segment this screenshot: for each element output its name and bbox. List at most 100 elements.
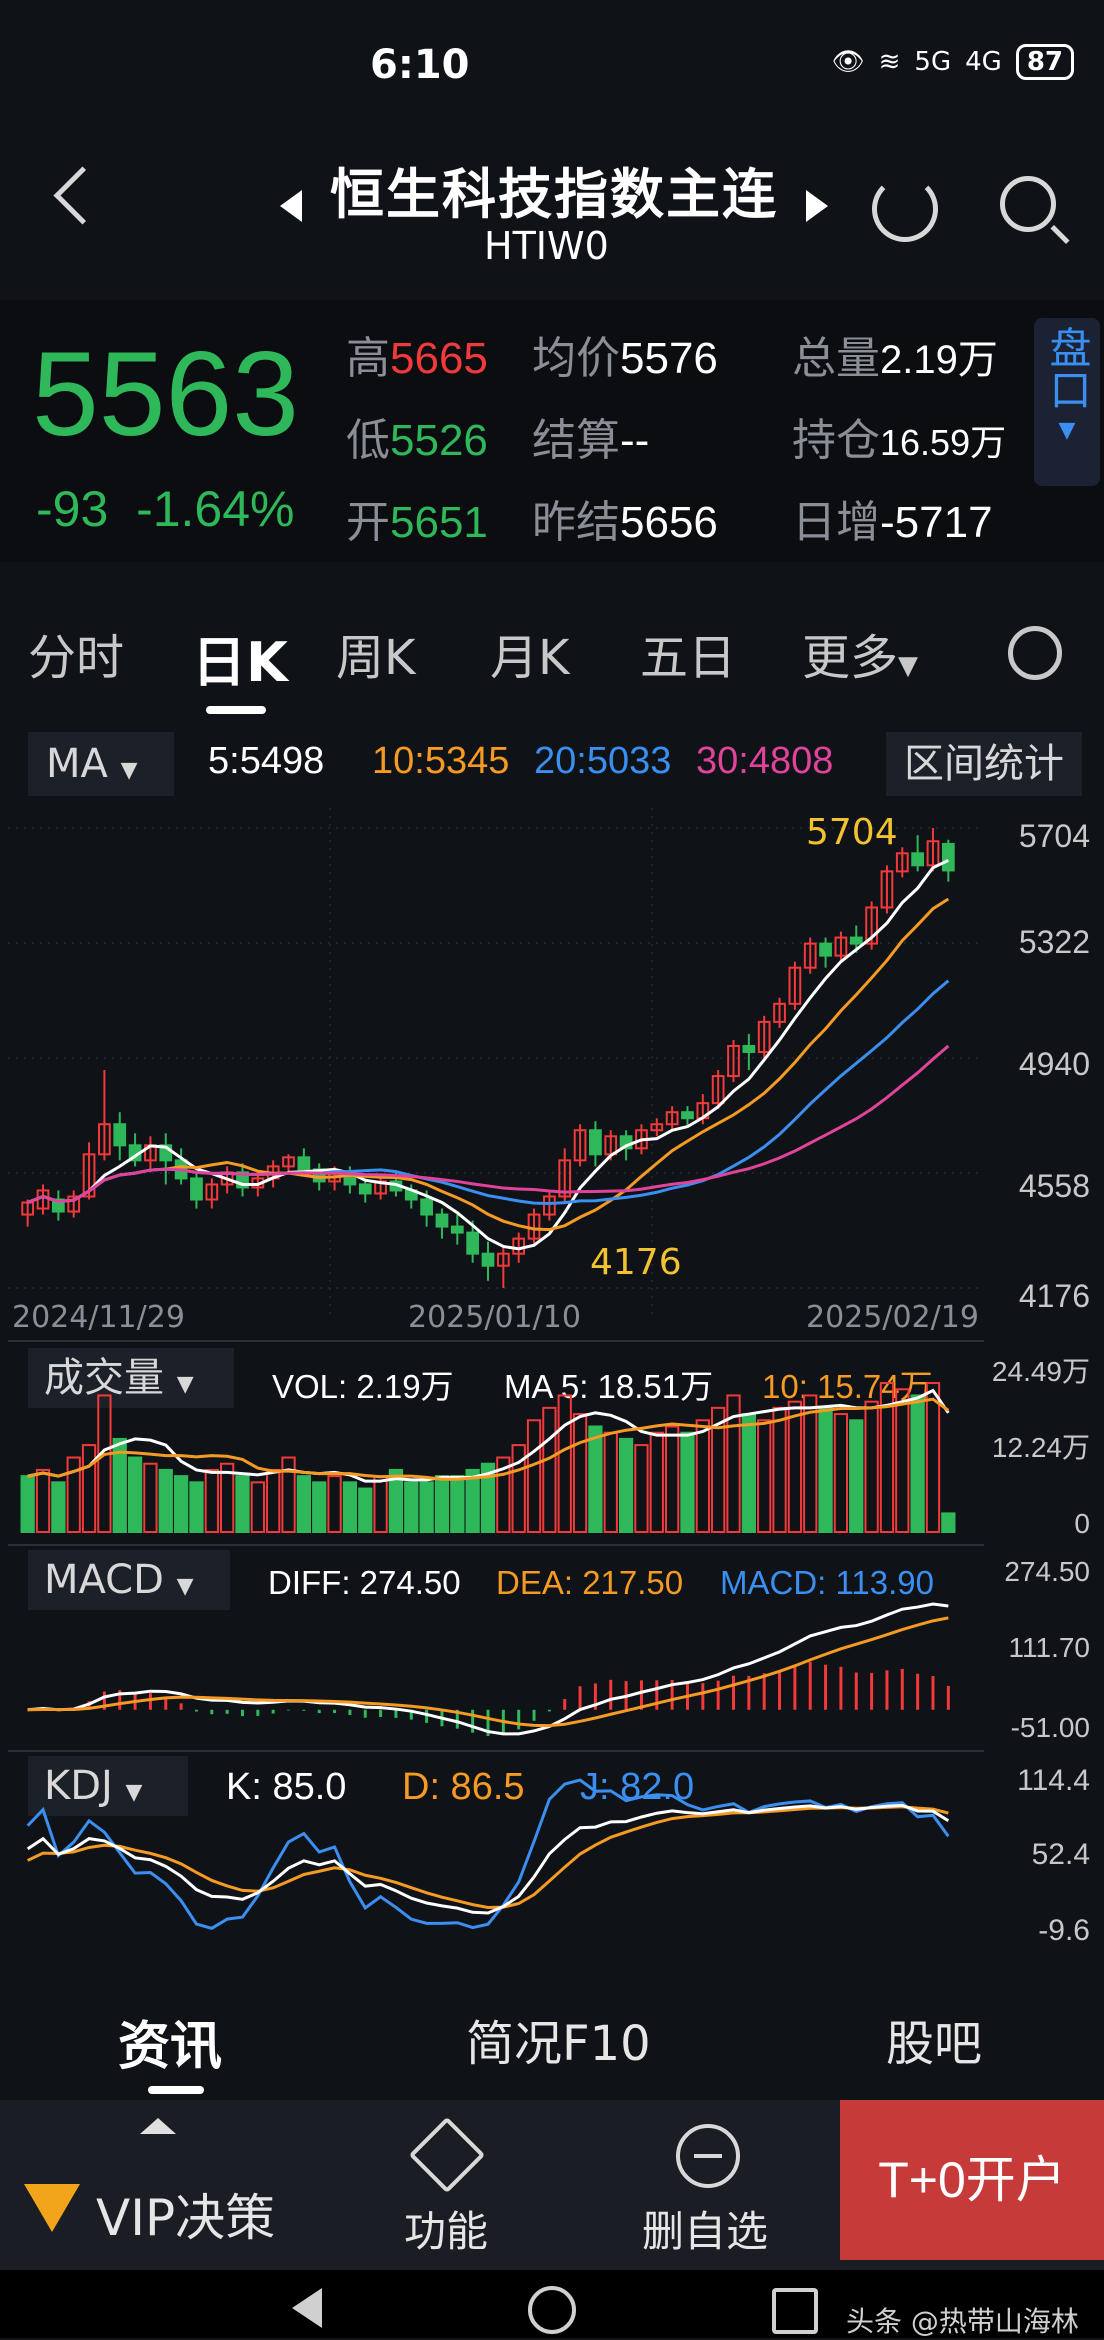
candle-body <box>297 1156 311 1171</box>
settle-stat: 结算-- <box>532 415 650 466</box>
volume-tick: 0 <box>1074 1508 1090 1539</box>
volume-bar <box>434 1475 450 1534</box>
pankou-button[interactable]: 盘口 ▼ <box>1034 318 1100 486</box>
volume-bar <box>741 1413 756 1533</box>
chevron-up-icon[interactable] <box>140 2118 176 2134</box>
volume-bar <box>143 1462 158 1533</box>
date-label: 2025/02/19 <box>806 1300 979 1335</box>
avg-stat: 均价5576 <box>532 333 718 384</box>
functions-button[interactable]: 功能 <box>404 2198 488 2259</box>
open-value: 5651 <box>390 498 488 547</box>
last-price: 5563 <box>32 327 299 461</box>
candle-body <box>420 1198 433 1216</box>
date-label: 2025/01/10 <box>408 1300 581 1335</box>
tab-five-day[interactable]: 五日 <box>640 618 736 688</box>
contract-code: HTIW0 <box>484 224 609 268</box>
open-account-button[interactable]: T+0开户 <box>840 2100 1104 2260</box>
volume-bar <box>603 1431 618 1533</box>
prev-contract-icon[interactable] <box>280 190 302 222</box>
candle-body <box>435 1213 449 1228</box>
volume-tick: 12.24万 <box>991 1432 1090 1463</box>
volume-bar <box>572 1413 588 1533</box>
kdj-tick: 114.4 <box>1017 1764 1090 1797</box>
prev-settle-stat: 昨结5656 <box>532 497 718 548</box>
status-icons: 👁 ≋ 5G 4G 87 <box>832 44 1074 80</box>
gear-icon[interactable] <box>1008 626 1062 680</box>
caret-down-icon: ▼ <box>1058 418 1076 443</box>
volume-bar <box>680 1431 695 1533</box>
candle-body <box>481 1252 495 1267</box>
search-icon[interactable] <box>1000 176 1056 232</box>
settle-value: -- <box>620 416 650 465</box>
change-value: -93 <box>36 481 109 537</box>
ma5-legend: 5:5498 <box>208 740 325 782</box>
tab-monthly-k[interactable]: 月K <box>490 618 569 688</box>
candlestick-chart[interactable] <box>8 808 984 1332</box>
volume-bar <box>173 1475 189 1534</box>
tab-more[interactable]: 更多▼ <box>802 618 918 688</box>
volume-bar <box>81 1444 97 1533</box>
nav-home-icon[interactable] <box>528 2286 576 2334</box>
kdj-chart <box>8 1750 984 1930</box>
battery-indicator: 87 <box>1015 44 1074 80</box>
candle-body <box>450 1225 464 1234</box>
volume-bar <box>787 1400 803 1533</box>
tab-f10-overview[interactable]: 简况F10 <box>466 2004 651 2074</box>
ma20-legend: 20:5033 <box>534 740 672 782</box>
volume-bar <box>419 1481 434 1533</box>
watermark: 头条 @热带山海林 <box>846 2305 1079 2338</box>
volume-bar <box>772 1406 787 1533</box>
volume-bar <box>20 1475 35 1534</box>
volume-value: 2.19万 <box>880 338 998 382</box>
back-icon[interactable] <box>53 166 112 225</box>
volume-bar <box>250 1481 265 1533</box>
next-contract-icon[interactable] <box>806 190 828 222</box>
high-stat: 高5665 <box>346 333 488 384</box>
nav-back-icon[interactable] <box>292 2288 322 2328</box>
price-tick: 5704 <box>1018 818 1090 854</box>
tab-daily-k[interactable]: 日K <box>192 618 288 697</box>
price-tick: 4558 <box>1018 1168 1090 1204</box>
refresh-icon[interactable] <box>872 176 938 242</box>
prev-settle-value: 5656 <box>620 498 718 547</box>
nav-recents-icon[interactable] <box>772 2288 818 2334</box>
volume-bar <box>296 1475 312 1534</box>
vip-decision-button[interactable]: VIP决策 <box>96 2178 275 2250</box>
avg-value: 5576 <box>620 334 718 383</box>
tab-weekly-k[interactable]: 周K <box>336 618 415 688</box>
macd-tick: 274.50 <box>1004 1556 1090 1587</box>
remove-circle-icon <box>676 2124 740 2188</box>
macd-tick: 111.70 <box>1008 1632 1090 1663</box>
candle-body <box>190 1177 203 1201</box>
volume-bar <box>358 1487 373 1533</box>
kdj-d-line <box>27 1805 949 1909</box>
volume-bar <box>342 1481 358 1533</box>
range-stats-button[interactable]: 区间统计 <box>886 732 1082 796</box>
daily-inc-value: -5717 <box>880 498 993 547</box>
low-value: 5526 <box>390 416 488 465</box>
remove-watchlist-button[interactable]: 删自选 <box>642 2198 768 2259</box>
macd-chart <box>8 1544 984 1736</box>
volume-tick: 24.49万 <box>991 1356 1090 1387</box>
candle-body <box>466 1231 480 1255</box>
indicator-select-ma[interactable]: MA ▼ <box>28 732 174 796</box>
volume-bar <box>158 1468 173 1534</box>
tab-intraday[interactable]: 分时 <box>28 618 124 688</box>
volume-bar <box>557 1394 572 1534</box>
volume-bar <box>35 1468 51 1534</box>
eye-icon: 👁 <box>831 47 865 77</box>
candle-body <box>742 1044 756 1053</box>
macd-tick: -51.00 <box>1010 1712 1090 1743</box>
tab-news[interactable]: 资讯 <box>118 2004 222 2079</box>
volume-bar <box>664 1425 680 1533</box>
volume-bar <box>189 1481 204 1533</box>
tab-forum[interactable]: 股吧 <box>886 2004 982 2074</box>
candle-body <box>911 852 925 867</box>
candle-body <box>819 942 832 957</box>
volume-bar <box>204 1468 219 1534</box>
volume-bar <box>803 1394 818 1534</box>
volume-bar <box>849 1419 864 1533</box>
volume-stat: 总量2.19万 <box>792 333 998 384</box>
volume-bar <box>833 1413 849 1533</box>
change-percent: -1.64% <box>136 481 295 537</box>
